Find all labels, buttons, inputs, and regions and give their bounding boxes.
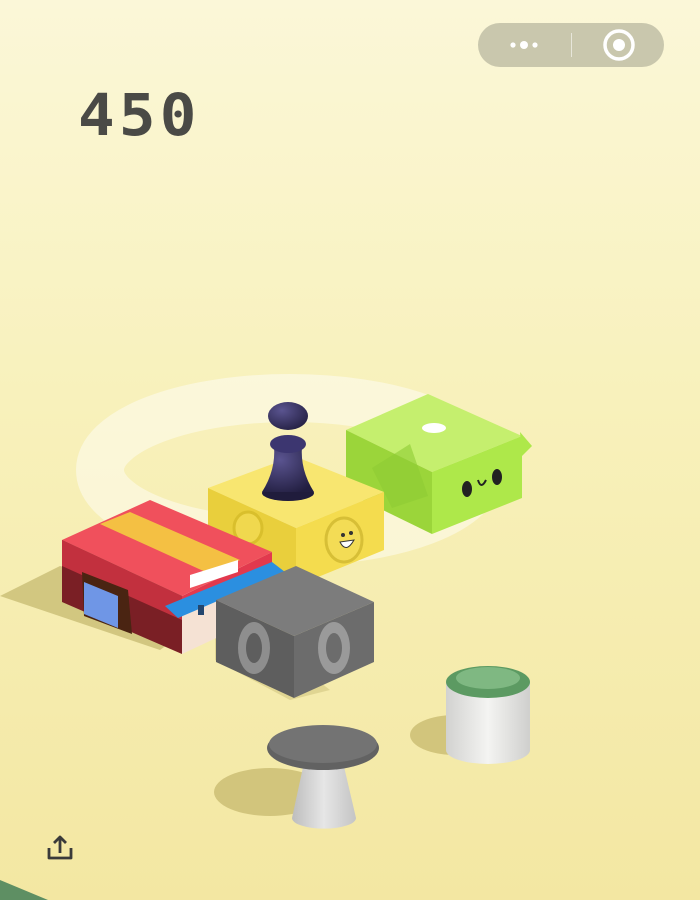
green-lid-can (446, 666, 530, 764)
score-counter: 450 (78, 81, 201, 149)
mini-program-capsule (478, 23, 664, 67)
share-upload-icon (47, 835, 73, 860)
close-mini-program-button[interactable] (572, 23, 664, 67)
more-dots-icon (510, 41, 538, 49)
more-options-button[interactable] (478, 23, 571, 67)
target-circle-icon (603, 29, 635, 61)
share-button[interactable] (44, 832, 76, 864)
